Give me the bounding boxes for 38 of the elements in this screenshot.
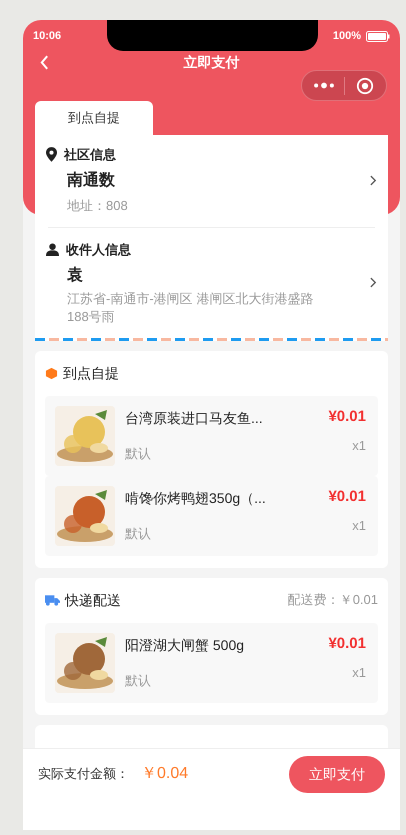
back-icon[interactable] [40, 54, 49, 70]
battery-level: 100% [332, 28, 361, 44]
truck-icon [45, 594, 60, 606]
section-title: 快递配送 [65, 590, 121, 610]
product-quantity: x1 [352, 517, 366, 535]
product-spec: 默认 [125, 445, 152, 463]
product-name: 阳澄湖大闸蟹 500g [125, 636, 246, 655]
more-icon[interactable] [313, 82, 335, 89]
section-heading: 收件人信息 [66, 241, 131, 259]
product-price: ¥0.01 [328, 634, 366, 654]
product-quantity: x1 [352, 437, 366, 455]
product-quantity: x1 [352, 664, 366, 682]
product-spec: 默认 [125, 672, 152, 690]
tab[interactable]: 到点自提 [35, 101, 153, 135]
community-name: 南通数 [67, 170, 116, 190]
recipient-name: 袁 [67, 266, 84, 286]
battery-icon [366, 30, 390, 42]
section-heading: 社区信息 [64, 146, 116, 164]
total-amount: ￥0.04 [141, 764, 188, 784]
page-title: 立即支付 [184, 52, 240, 72]
product-spec: 默认 [125, 525, 152, 543]
section-title: 到点自提 [63, 364, 119, 382]
box-icon [45, 366, 58, 380]
status-time: 10:06 [33, 28, 62, 44]
chevron-right-icon[interactable] [370, 277, 377, 288]
product-name: 台湾原装进口马友鱼... [125, 408, 264, 428]
total-label: 实际支付金额： [38, 765, 129, 784]
person-icon [46, 243, 59, 256]
close-target-icon[interactable] [356, 76, 374, 94]
product-name: 啃馋你烤鸭翅350g（... [125, 488, 267, 508]
product-price: ¥0.01 [328, 486, 366, 506]
location-pin-icon [46, 147, 57, 162]
delivery-fee: 配送费：￥0.01 [288, 591, 378, 610]
recipient-address: 江苏省-南通市-港闸区 港闸区北大街港盛路188号雨 [67, 290, 314, 326]
chevron-right-icon[interactable] [370, 174, 377, 186]
capsule-menu[interactable] [301, 70, 387, 101]
product-price: ¥0.01 [328, 406, 366, 426]
community-address: 地址：808 [67, 196, 129, 214]
